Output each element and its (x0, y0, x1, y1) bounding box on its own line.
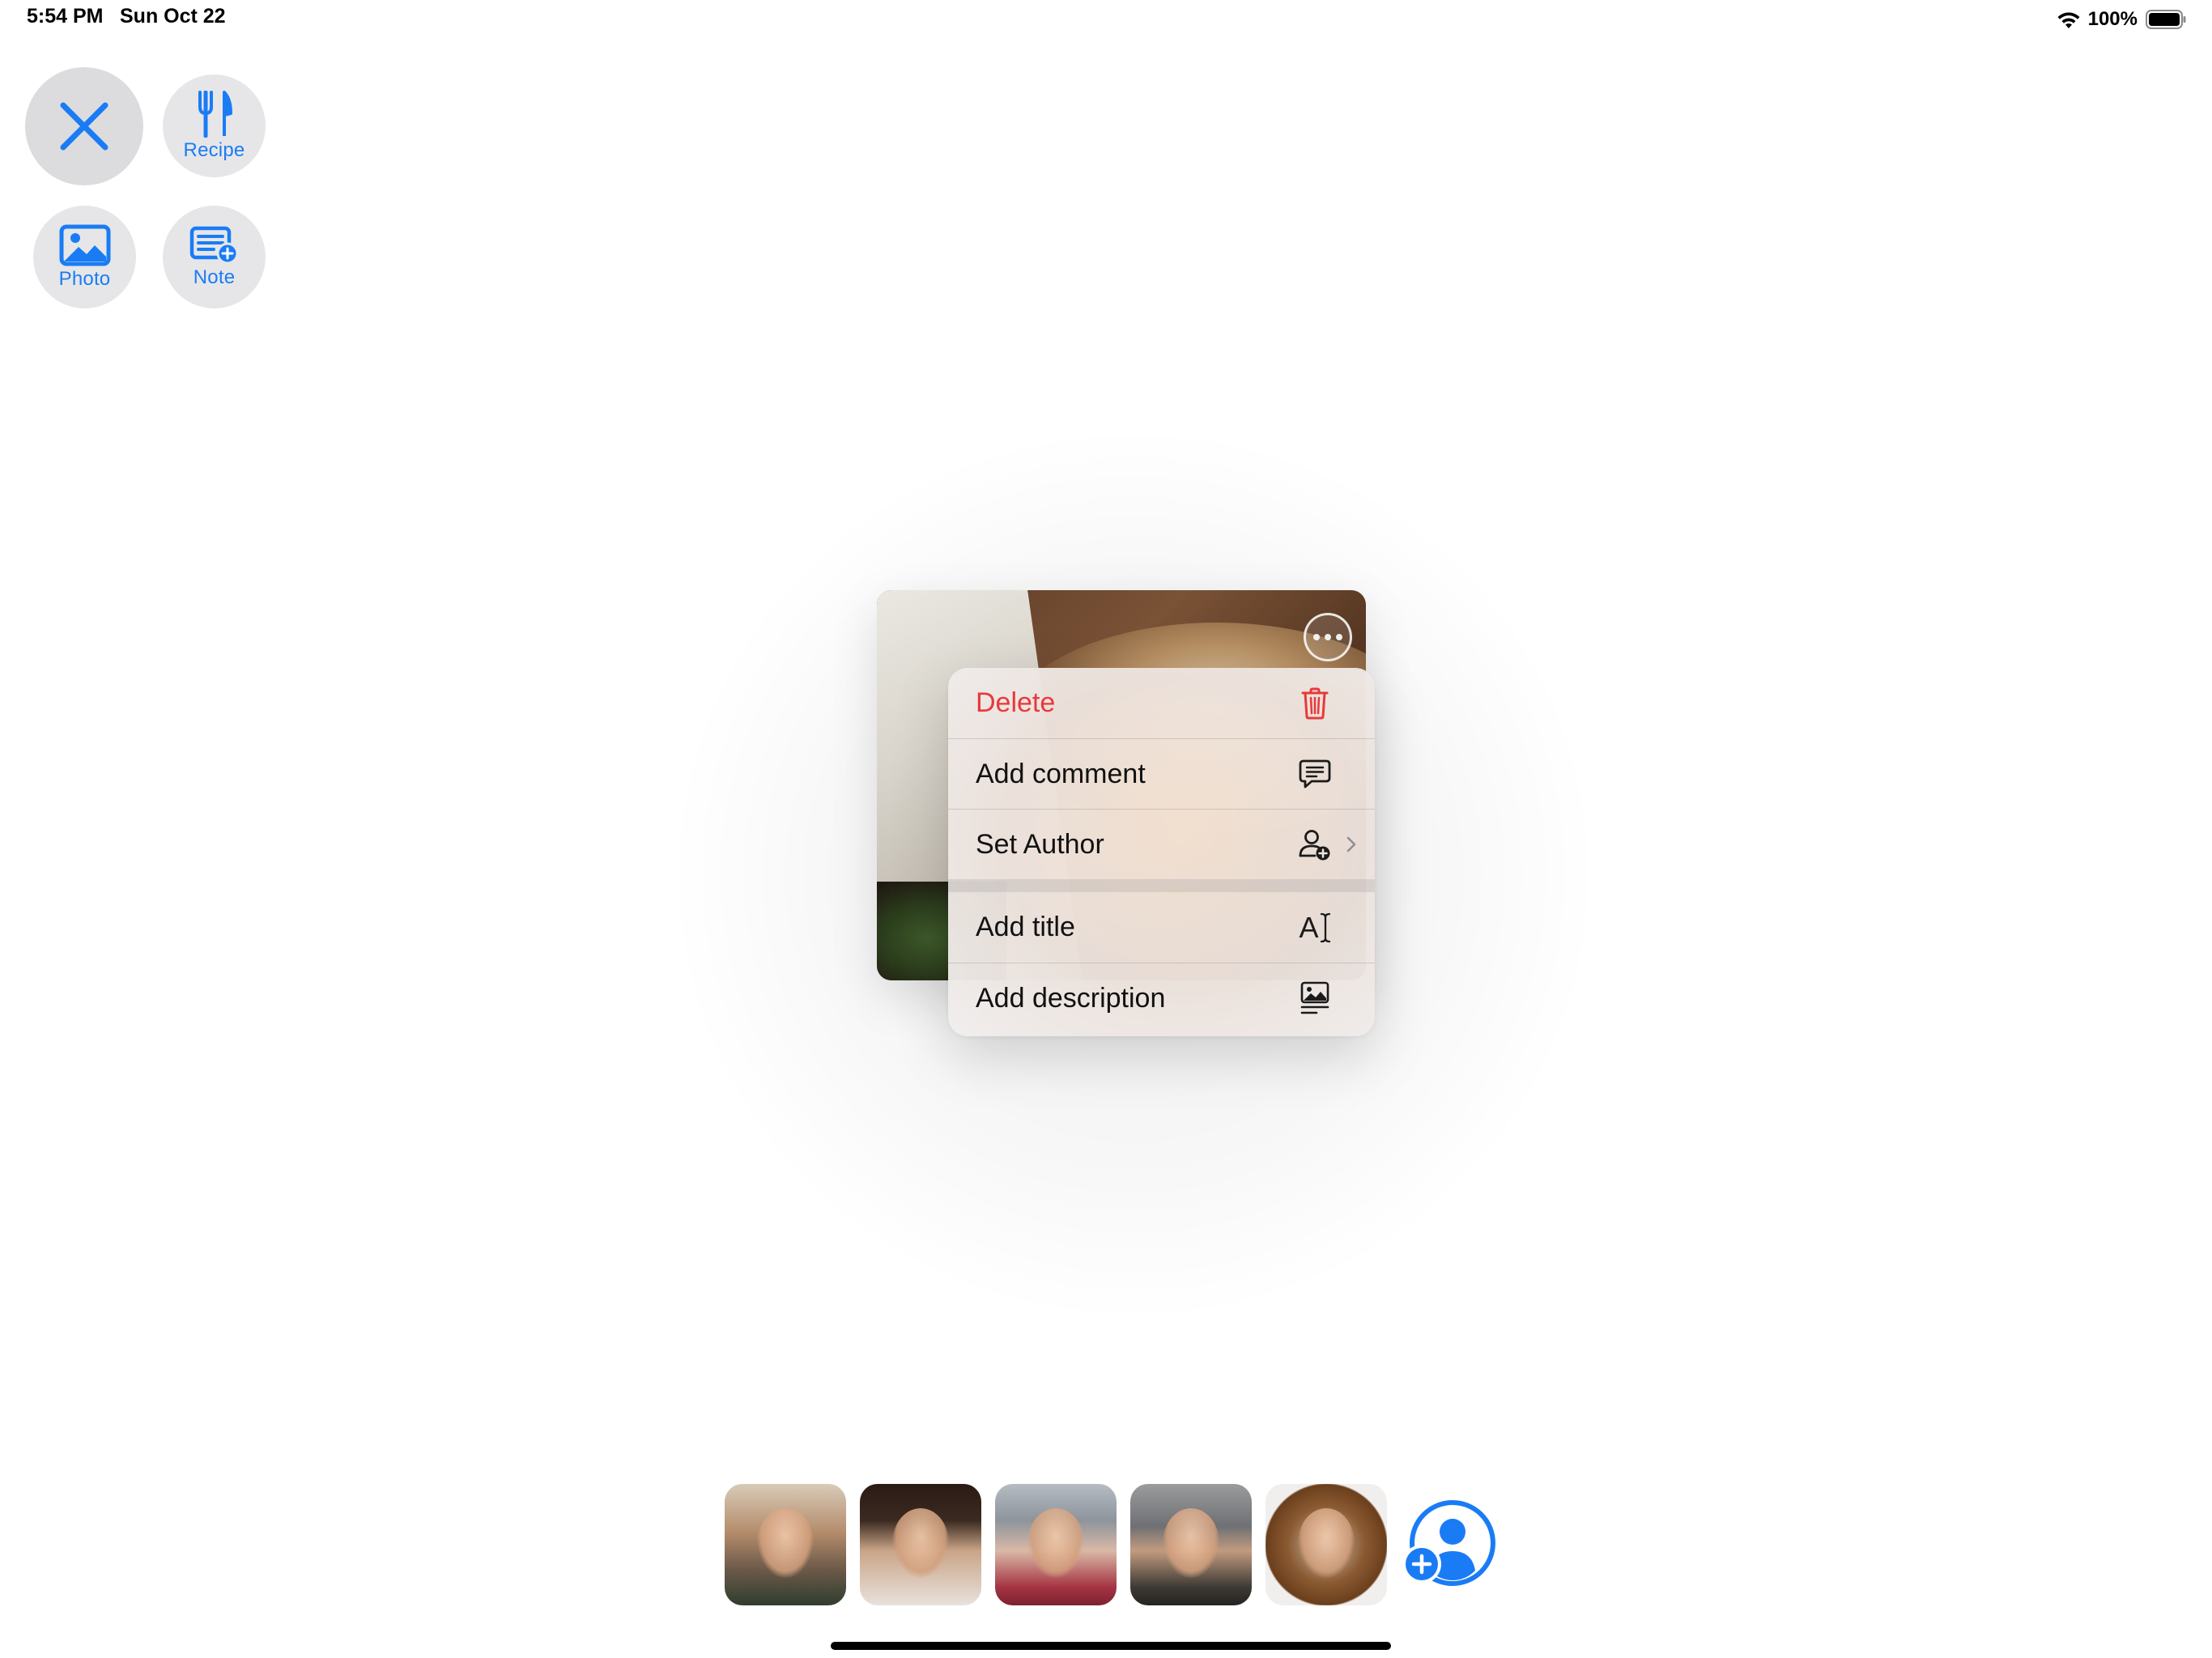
menu-item-label: Add title (976, 912, 1075, 942)
note-button[interactable]: Note (163, 206, 266, 308)
status-bar: 5:54 PM Sun Oct 22 100% (0, 0, 2212, 39)
menu-group-primary: Delete Add comment Set Author (948, 668, 1375, 879)
participant-avatar[interactable] (995, 1484, 1117, 1605)
participant-avatar[interactable] (1266, 1484, 1387, 1605)
participant-avatar[interactable] (725, 1484, 846, 1605)
photo-icon (59, 224, 110, 266)
chevron-right-icon (1346, 836, 1356, 852)
note-label: Note (193, 266, 236, 288)
recipe-label: Recipe (183, 138, 245, 161)
add-participant-button[interactable] (1401, 1498, 1501, 1588)
person-badge-plus-icon (1297, 827, 1333, 862)
note-add-icon (189, 226, 238, 264)
menu-item-add-title[interactable]: Add title A (948, 892, 1375, 963)
avatar-face (892, 1508, 949, 1578)
avatar-face (757, 1508, 814, 1578)
menu-item-add-comment[interactable]: Add comment (948, 738, 1375, 809)
wifi-icon (2057, 12, 2080, 28)
photo-text-icon (1297, 980, 1333, 1016)
menu-separator (948, 879, 1375, 892)
context-menu: Delete Add comment Set Author Add title … (948, 668, 1375, 1036)
avatar-face (1298, 1508, 1355, 1578)
participant-avatar[interactable] (860, 1484, 981, 1605)
menu-item-label: Add description (976, 982, 1166, 1014)
letter-a-glyph: A (1299, 910, 1319, 944)
status-date: Sun Oct 22 (120, 5, 226, 28)
menu-item-set-author[interactable]: Set Author (948, 809, 1375, 879)
photo-button[interactable]: Photo (33, 206, 136, 308)
battery-icon (2146, 10, 2186, 29)
ellipsis-dot (1325, 634, 1331, 640)
ellipsis-dot (1336, 634, 1342, 640)
avatar-face (1027, 1508, 1084, 1578)
menu-item-add-description[interactable]: Add description (948, 963, 1375, 1033)
close-button[interactable] (25, 67, 143, 185)
person-add-icon (1402, 1500, 1495, 1586)
battery-percentage: 100% (2087, 8, 2138, 30)
photo-label: Photo (58, 267, 111, 290)
fork-knife-icon (198, 90, 232, 138)
menu-item-label: Delete (976, 687, 1056, 718)
more-options-button[interactable] (1304, 613, 1352, 661)
menu-item-delete[interactable]: Delete (948, 668, 1375, 738)
ellipsis-circle-icon (1313, 634, 1320, 640)
freeform-canvas: 5:54 PM Sun Oct 22 100% Recipe Photo Not… (0, 0, 2212, 1658)
home-indicator[interactable] (831, 1642, 1391, 1650)
menu-group-secondary: Add title A Add description (948, 892, 1375, 1033)
textformat-cursor-icon: A (1297, 910, 1333, 946)
participant-avatar[interactable] (1130, 1484, 1252, 1605)
xmark-icon (60, 102, 108, 151)
menu-item-label: Set Author (976, 828, 1104, 860)
menu-item-label: Add comment (976, 758, 1146, 789)
recipe-button[interactable]: Recipe (163, 74, 266, 177)
text-bubble-icon (1297, 756, 1333, 792)
trash-icon (1297, 686, 1333, 721)
status-time: 5:54 PM (27, 5, 104, 28)
avatar-face (1163, 1508, 1219, 1578)
status-indicators: 100% (2056, 6, 2186, 32)
